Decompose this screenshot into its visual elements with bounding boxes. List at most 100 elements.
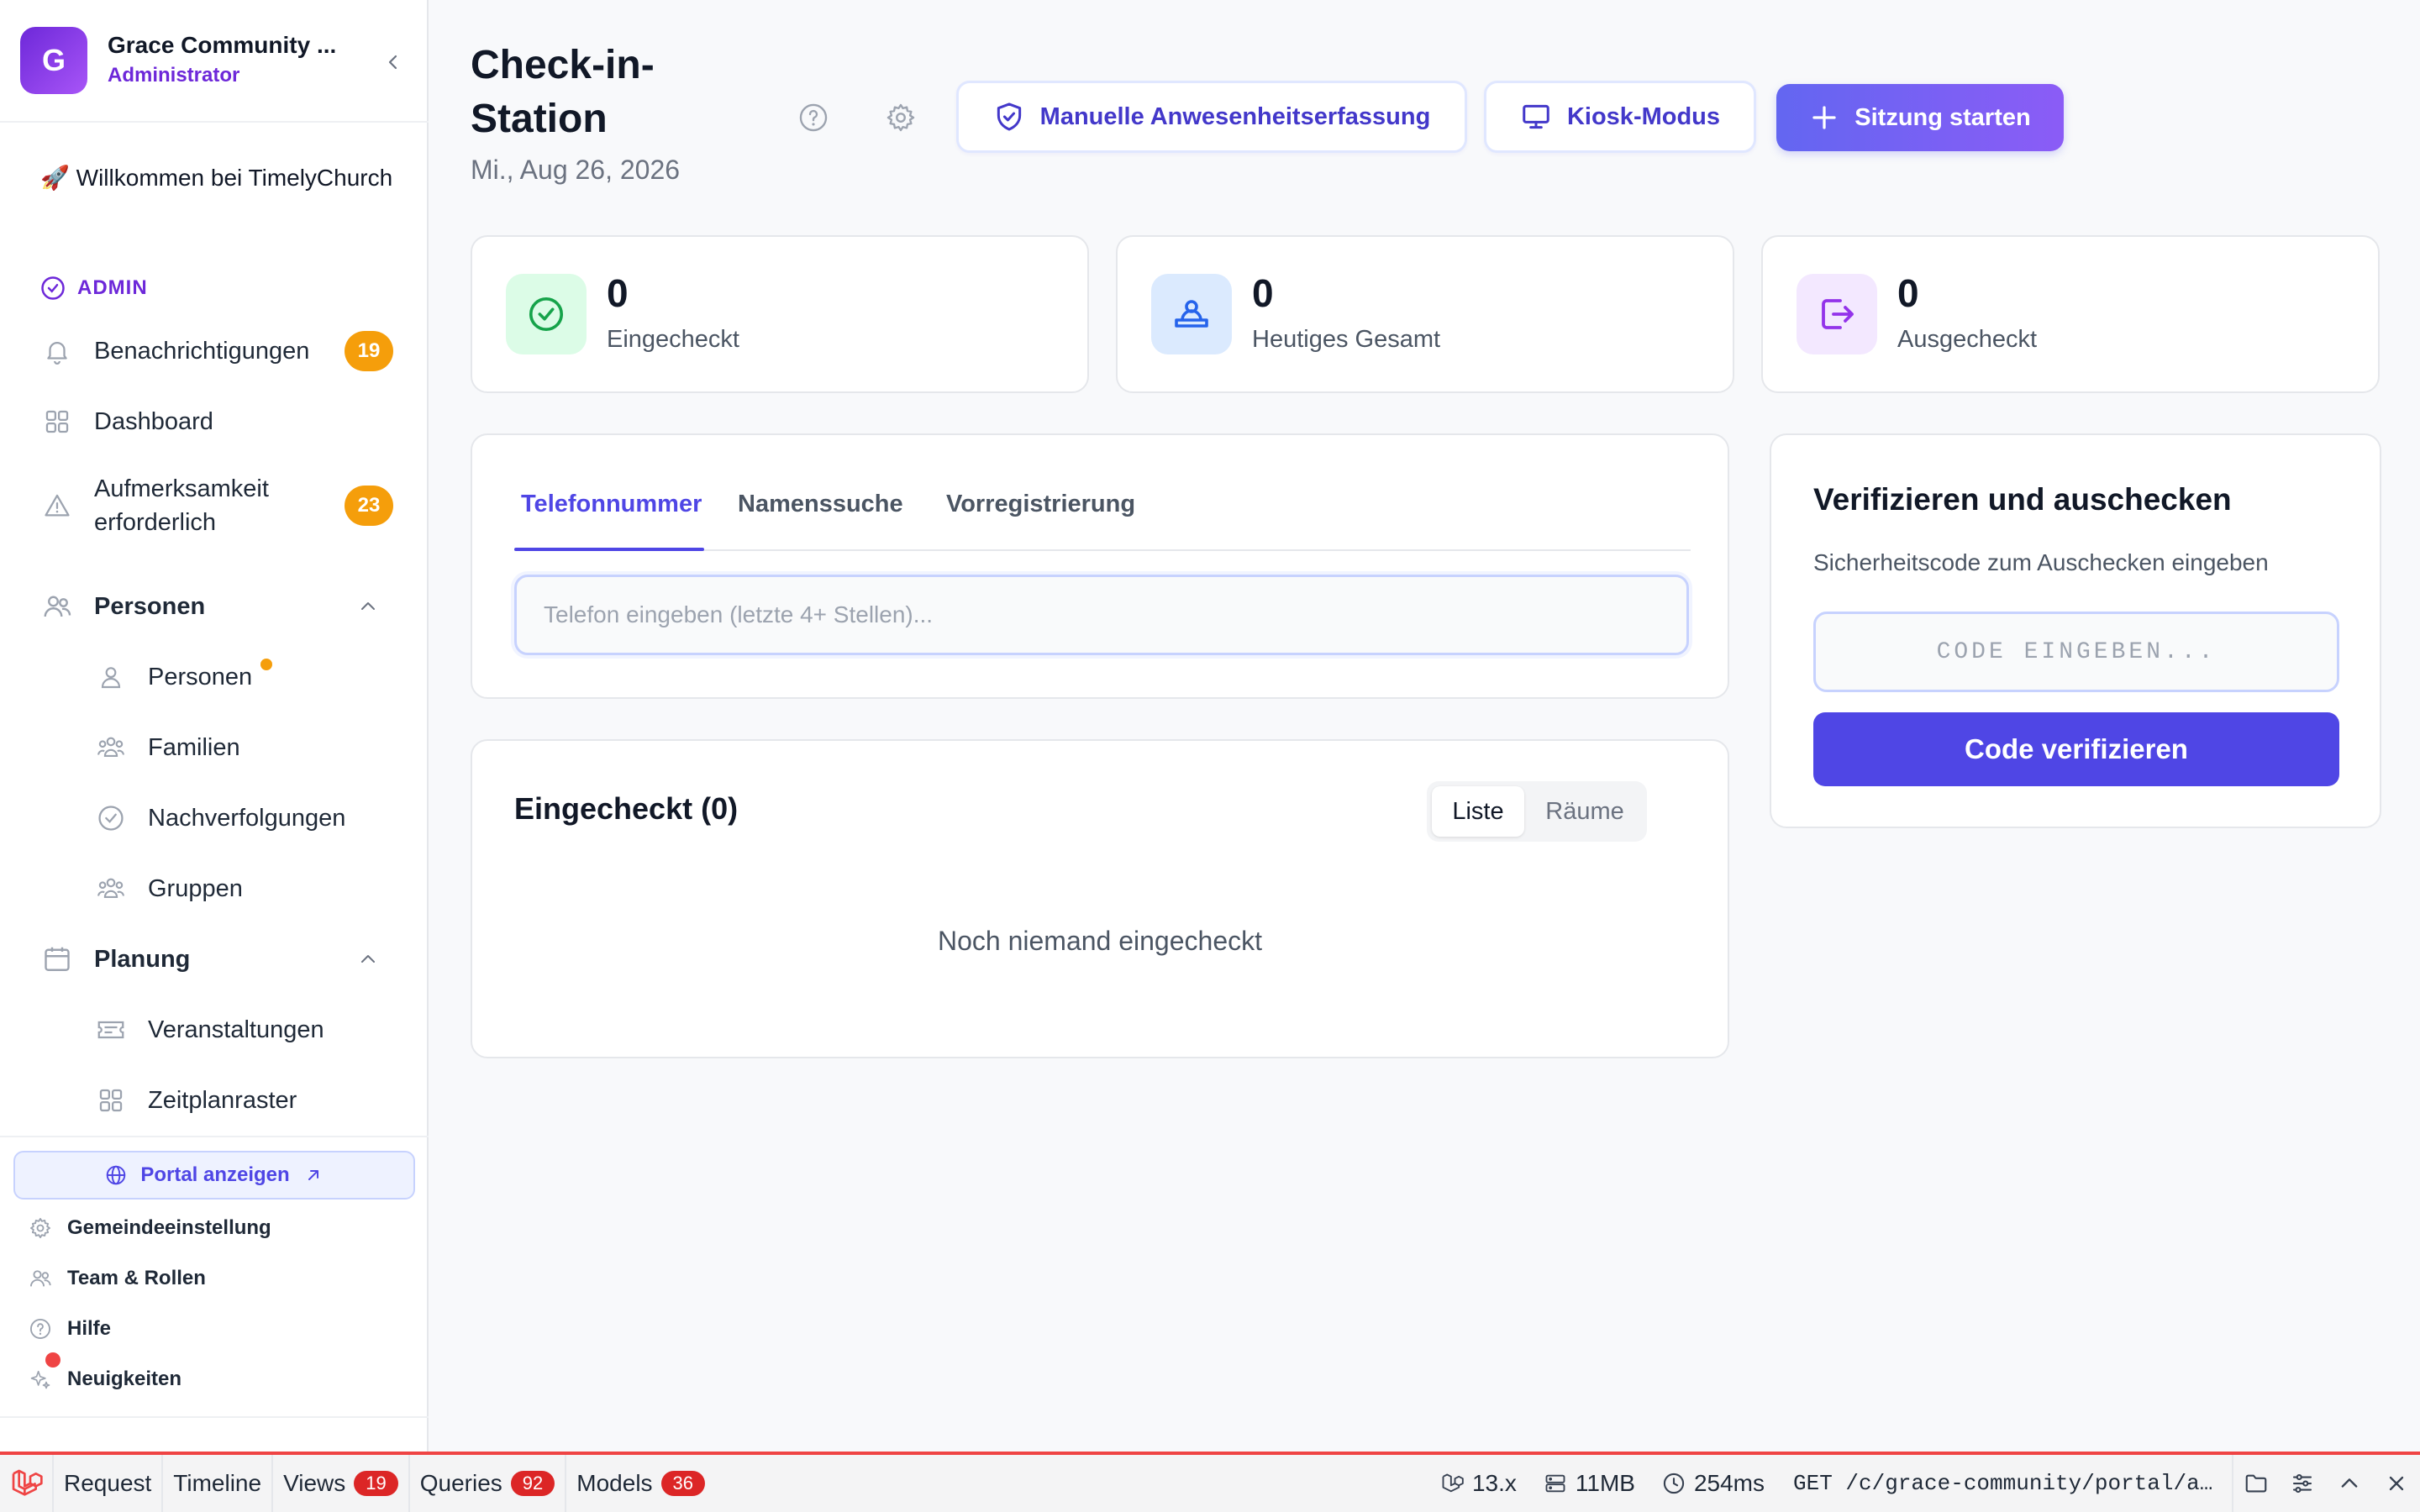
debug-tab-timeline[interactable]: Timeline <box>163 1455 274 1512</box>
debug-settings-button[interactable] <box>2279 1455 2326 1512</box>
page-title: Check-in-Station <box>471 43 655 141</box>
duration-text: 254ms <box>1693 1470 1765 1496</box>
sidebar-item-notifications[interactable]: Benachrichtigungen 19 <box>40 331 393 371</box>
user-role: Administrator <box>108 64 240 87</box>
welcome-text: Willkommen bei TimelyChurch <box>76 165 393 191</box>
tab-phone[interactable]: Telefonnummer <box>521 491 702 518</box>
sidebar-item-label: Veranstaltungen <box>148 1016 324 1043</box>
toggle-rooms[interactable]: Räume <box>1528 786 1642 837</box>
sidebar-item-followups[interactable]: Nachverfolgungen <box>94 798 397 838</box>
view-portal-button[interactable]: Portal anzeigen <box>13 1151 415 1200</box>
verify-code-button[interactable]: Code verifizieren <box>1813 712 2339 786</box>
attention-count-badge: 23 <box>345 486 393 526</box>
version-text: 13.x <box>1471 1470 1517 1496</box>
tab-preregistration[interactable]: Vorregistrierung <box>946 491 1135 518</box>
close-debugbar-button[interactable] <box>2373 1455 2420 1512</box>
close-icon <box>2389 1476 2404 1491</box>
search-tabs: Telefonnummer Namenssuche Vorregistrieru… <box>514 460 1691 551</box>
manual-attendance-button[interactable]: Manuelle Anwesenheitserfassung <box>956 81 1467 153</box>
help-circle-icon <box>27 1315 54 1342</box>
stat-value: 0 <box>607 271 629 315</box>
security-code-input[interactable] <box>1813 612 2339 692</box>
stat-label: Heutiges Gesamt <box>1252 326 1441 353</box>
grid-icon <box>40 405 74 438</box>
chevron-up-icon <box>351 942 385 976</box>
unread-dot <box>260 659 272 670</box>
sidebar-item-dashboard[interactable]: Dashboard <box>40 402 393 442</box>
notification-count-badge: 19 <box>345 331 393 371</box>
checked-in-title: Eingecheckt (0) <box>514 791 739 826</box>
kiosk-mode-button[interactable]: Kiosk-Modus <box>1484 81 1756 153</box>
sidebar-item-families[interactable]: Familien <box>94 727 397 768</box>
footer-link-team[interactable]: Team & Rollen <box>27 1263 397 1294</box>
stat-card-today-total: 0 Heutiges Gesamt <box>1116 235 1734 393</box>
verify-checkout-card: Verifizieren und auschecken Sicherheitsc… <box>1770 433 2381 828</box>
sidebar-group-label: Planung <box>94 945 191 973</box>
phone-search-input[interactable] <box>514 575 1689 655</box>
logout-icon <box>1797 274 1877 354</box>
verify-title: Verifizieren und auschecken <box>1813 482 2232 517</box>
start-session-button[interactable]: Sitzung starten <box>1776 84 2064 151</box>
sidebar-item-label: Personen <box>148 663 253 690</box>
toggle-list[interactable]: Liste <box>1432 786 1524 837</box>
gear-icon <box>886 103 915 132</box>
verify-subtitle: Sicherheitscode zum Auschecken eingeben <box>1813 549 2269 575</box>
shield-check-icon <box>997 102 1021 131</box>
footer-link-help[interactable]: Hilfe <box>27 1314 397 1344</box>
divider <box>0 1136 429 1137</box>
org-switcher[interactable]: G Grace Community ... Administrator <box>20 25 407 96</box>
sidebar-group-planning[interactable]: Planung <box>40 939 393 979</box>
sidebar-item-label: Nachverfolgungen <box>148 804 346 832</box>
org-name: Grace Community ... <box>108 32 337 58</box>
badge-check-icon <box>94 801 128 835</box>
collapse-sidebar-button[interactable] <box>376 45 410 79</box>
footer-link-label: Hilfe <box>67 1317 112 1340</box>
footer-link-label: Team & Rollen <box>67 1267 206 1289</box>
gear-icon <box>27 1215 54 1242</box>
help-circle-icon <box>799 103 828 132</box>
sidebar-group-people[interactable]: Personen <box>40 586 393 627</box>
laravel-icon <box>1442 1473 1464 1493</box>
footer-link-news[interactable]: Neuigkeiten <box>27 1352 397 1394</box>
calendar-icon <box>40 942 74 976</box>
footer-link-settings[interactable]: Gemeindeeinstellung <box>27 1213 397 1243</box>
debug-count-badge: 19 <box>354 1471 398 1496</box>
help-button[interactable] <box>793 97 834 138</box>
sidebar-item-label: Benachrichtigungen <box>94 337 310 365</box>
server-icon <box>1545 1474 1565 1493</box>
sidebar-item-attention[interactable]: Aufmerksamkeit erforderlich 23 <box>40 472 393 539</box>
globe-icon <box>107 1165 126 1185</box>
check-circle-icon <box>41 276 65 300</box>
sidebar-item-events[interactable]: Veranstaltungen <box>94 1010 397 1050</box>
users-icon <box>40 590 74 623</box>
tab-name-search[interactable]: Namenssuche <box>738 491 903 518</box>
app-root: G Grace Community ... Administrator 🚀 Wi… <box>0 0 2420 1453</box>
empty-state-text: Noch niemand eingecheckt <box>937 926 1262 956</box>
chevron-up-icon <box>2341 1478 2358 1488</box>
ticket-icon <box>94 1013 128 1047</box>
kiosk-mode-label: Kiosk-Modus <box>1566 102 1721 130</box>
welcome-link[interactable]: 🚀 Willkommen bei TimelyChurch <box>40 161 393 195</box>
external-link-icon <box>308 1170 318 1180</box>
debug-bar: Request Timeline Views 19 Queries 92 Model… <box>0 1452 2420 1512</box>
expand-debugbar-button[interactable] <box>2326 1455 2373 1512</box>
footer-link-label: Gemeindeeinstellung <box>67 1216 271 1239</box>
group-icon <box>94 872 128 906</box>
debug-tab-models[interactable]: Models 36 <box>566 1455 715 1512</box>
debug-tab-request[interactable]: Request <box>54 1455 164 1512</box>
stat-card-checked-out: 0 Ausgecheckt <box>1761 235 2380 393</box>
debug-tab-queries[interactable]: Queries 92 <box>410 1455 567 1512</box>
settings-button[interactable] <box>881 97 921 138</box>
open-folder-button[interactable] <box>2232 1455 2279 1512</box>
portal-button-label: Portal anzeigen <box>140 1163 290 1186</box>
sidebar-item-people[interactable]: Personen <box>94 657 397 697</box>
users-icon <box>27 1265 54 1292</box>
user-icon <box>94 660 128 694</box>
sliders-icon <box>2292 1473 2312 1494</box>
admin-section-label: ADMIN <box>40 276 148 301</box>
debug-tab-views[interactable]: Views 19 <box>273 1455 410 1512</box>
laravel-logo-icon[interactable] <box>0 1455 54 1512</box>
sidebar-item-groups[interactable]: Gruppen <box>94 869 397 909</box>
sidebar-item-schedule[interactable]: Zeitplanraster <box>94 1080 397 1121</box>
plus-icon <box>1812 106 1836 129</box>
